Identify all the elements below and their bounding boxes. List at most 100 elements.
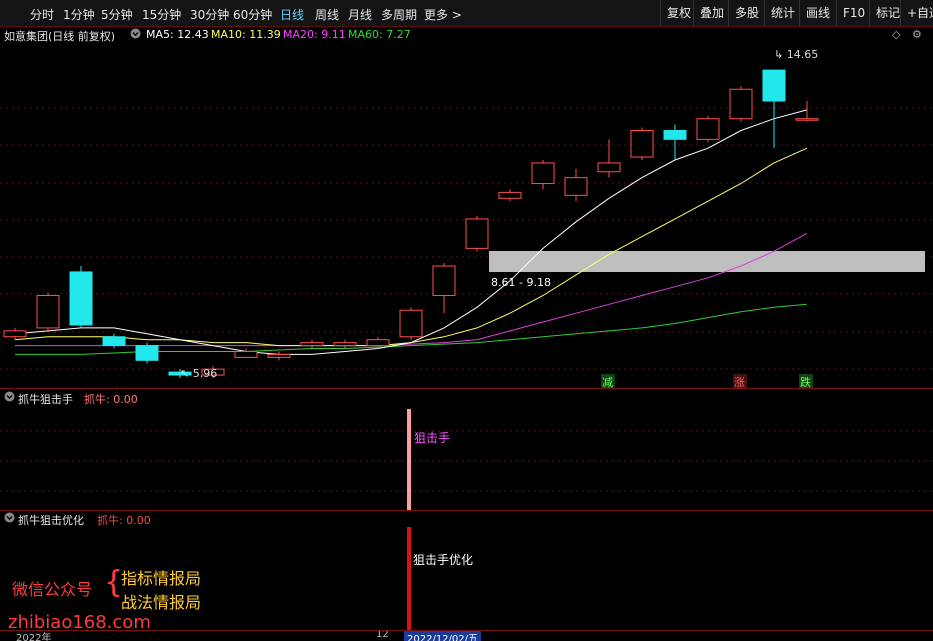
sub1-value: 抓牛: 0.00: [84, 393, 138, 406]
sub1-header: 抓牛狙击手 抓牛: 0.00: [0, 390, 933, 406]
candle-body: [366, 339, 390, 347]
candle-body: [795, 118, 819, 121]
watermark-line2: 战法情报局: [121, 593, 202, 612]
band-label: 8.61 - 9.18: [491, 276, 551, 289]
candle: [696, 115, 720, 143]
candle: [36, 292, 60, 331]
diamond-icon[interactable]: ◇: [892, 28, 900, 41]
period-tab[interactable]: 15分钟: [142, 6, 181, 23]
candle: [564, 168, 588, 202]
sub2-value: 抓牛: 0.00: [97, 514, 151, 527]
candle-body: [267, 353, 291, 358]
candle-body: [729, 88, 753, 120]
svg-text:涨: 涨: [734, 376, 745, 388]
toolbar-button[interactable]: 复权: [660, 0, 697, 26]
sub2-title: 抓牛狙击优化: [18, 514, 84, 527]
period-tab[interactable]: 日线: [280, 6, 304, 23]
sub1-title: 抓牛狙击手: [18, 393, 73, 406]
date-mid: 12: [376, 630, 389, 640]
toolbar-button[interactable]: F10: [836, 0, 871, 26]
high-label: ↳ 14.65: [774, 48, 818, 61]
watermark-line1: 指标情报局: [121, 569, 202, 588]
toolbar-button[interactable]: 叠加: [693, 0, 730, 26]
svg-text:减: 减: [602, 376, 613, 388]
candle-body: [564, 177, 588, 196]
svg-text:跌: 跌: [800, 375, 811, 388]
candle-body: [300, 342, 324, 347]
sub1-signal-text: 狙击手: [414, 431, 450, 445]
sub1-chart[interactable]: 狙击手: [0, 406, 933, 510]
low-label: ↖ 5.96: [180, 367, 217, 380]
watermark-url: zhibiao168.com: [8, 612, 151, 633]
marker-jian: 减: [601, 374, 615, 388]
ma60-label: MA60: 7.27: [348, 28, 411, 41]
candle: [333, 339, 357, 349]
sub1-toggle-icon[interactable]: [4, 391, 15, 405]
period-tab[interactable]: 多周期: [381, 6, 417, 23]
candle: [69, 266, 93, 328]
period-tab[interactable]: 月线: [348, 6, 372, 23]
period-tab[interactable]: 5分钟: [101, 6, 133, 23]
candle: [3, 327, 27, 340]
candle: [300, 339, 324, 349]
candle: [432, 263, 456, 314]
period-tab[interactable]: 1分钟: [63, 6, 95, 23]
toolbar-button[interactable]: 统计: [764, 0, 801, 26]
price-band: [489, 251, 925, 272]
sub2-signal-text: 狙击手优化: [413, 553, 473, 567]
candle: [102, 333, 126, 349]
settings-icon[interactable]: ⚙: [912, 28, 922, 41]
candle: [795, 101, 819, 122]
candle-body: [399, 309, 423, 338]
sub1-signal-bar: [407, 409, 411, 510]
toolbar-button[interactable]: 多股: [728, 0, 765, 26]
candle-body: [69, 271, 93, 326]
candle-body: [135, 345, 159, 361]
candle: [630, 127, 654, 160]
period-tab[interactable]: 周线: [315, 6, 339, 23]
candle: [498, 189, 522, 202]
candlestick-chart[interactable]: 8.61 - 9.18 ↳ 14.65 ↖ 5.96 减 涨 跌: [0, 43, 933, 388]
candle: [465, 215, 489, 252]
toolbar-button[interactable]: 画线: [799, 0, 836, 26]
candle-body: [498, 191, 522, 199]
marker-die: 跌: [799, 374, 813, 388]
candle: [663, 124, 687, 160]
candle: [135, 342, 159, 364]
period-tab[interactable]: 更多 >: [424, 6, 462, 23]
ma10-label: MA10: 11.39: [211, 28, 281, 41]
ma5-label: MA5: 12.43: [146, 28, 209, 41]
ma-legend: 如意集团(日线 前复权) MA5: 12.43 MA10: 11.39 MA20…: [0, 27, 933, 43]
candle-body: [696, 118, 720, 140]
candle-body: [432, 265, 456, 297]
sub2-signal-bar: [407, 527, 411, 630]
candle-body: [531, 162, 555, 185]
sub2-toggle-icon[interactable]: [4, 512, 15, 526]
period-toolbar: 分时 1分钟 5分钟 15分钟 30分钟 60分钟 日线 周线 月线 多周期 更多 > 复权 叠加 多股统…: [0, 0, 933, 27]
candle-body: [762, 69, 786, 102]
candle: [531, 159, 555, 190]
watermark: 微信公众号 { 指标情报局 战法情报局 zhibiao168.com: [8, 560, 238, 640]
legend-toggle-icon[interactable]: [130, 28, 141, 42]
candle: [399, 307, 423, 340]
period-tab[interactable]: 60分钟: [233, 6, 272, 23]
sub2-header: 抓牛狙击优化 抓牛: 0.00: [0, 511, 933, 527]
candle: [729, 86, 753, 122]
candle-body: [597, 162, 621, 173]
candle-body: [630, 130, 654, 158]
date-selected: 2022/12/02/五: [404, 631, 482, 641]
period-tab[interactable]: 30分钟: [190, 6, 229, 23]
candle-body: [465, 218, 489, 249]
marker-zhang: 涨: [733, 374, 747, 388]
ma20-label: MA20: 9.11: [283, 28, 346, 41]
candle-body: [102, 336, 126, 347]
candle-body: [234, 350, 258, 358]
watermark-left: 微信公众号: [12, 580, 93, 599]
candle: [762, 69, 786, 149]
candle-body: [3, 330, 27, 338]
candle-body: [663, 130, 687, 140]
period-tab[interactable]: 分时: [30, 6, 54, 23]
candle-body: [333, 342, 357, 347]
toolbar-button[interactable]: +自选: [900, 0, 933, 26]
candle: [267, 351, 291, 361]
